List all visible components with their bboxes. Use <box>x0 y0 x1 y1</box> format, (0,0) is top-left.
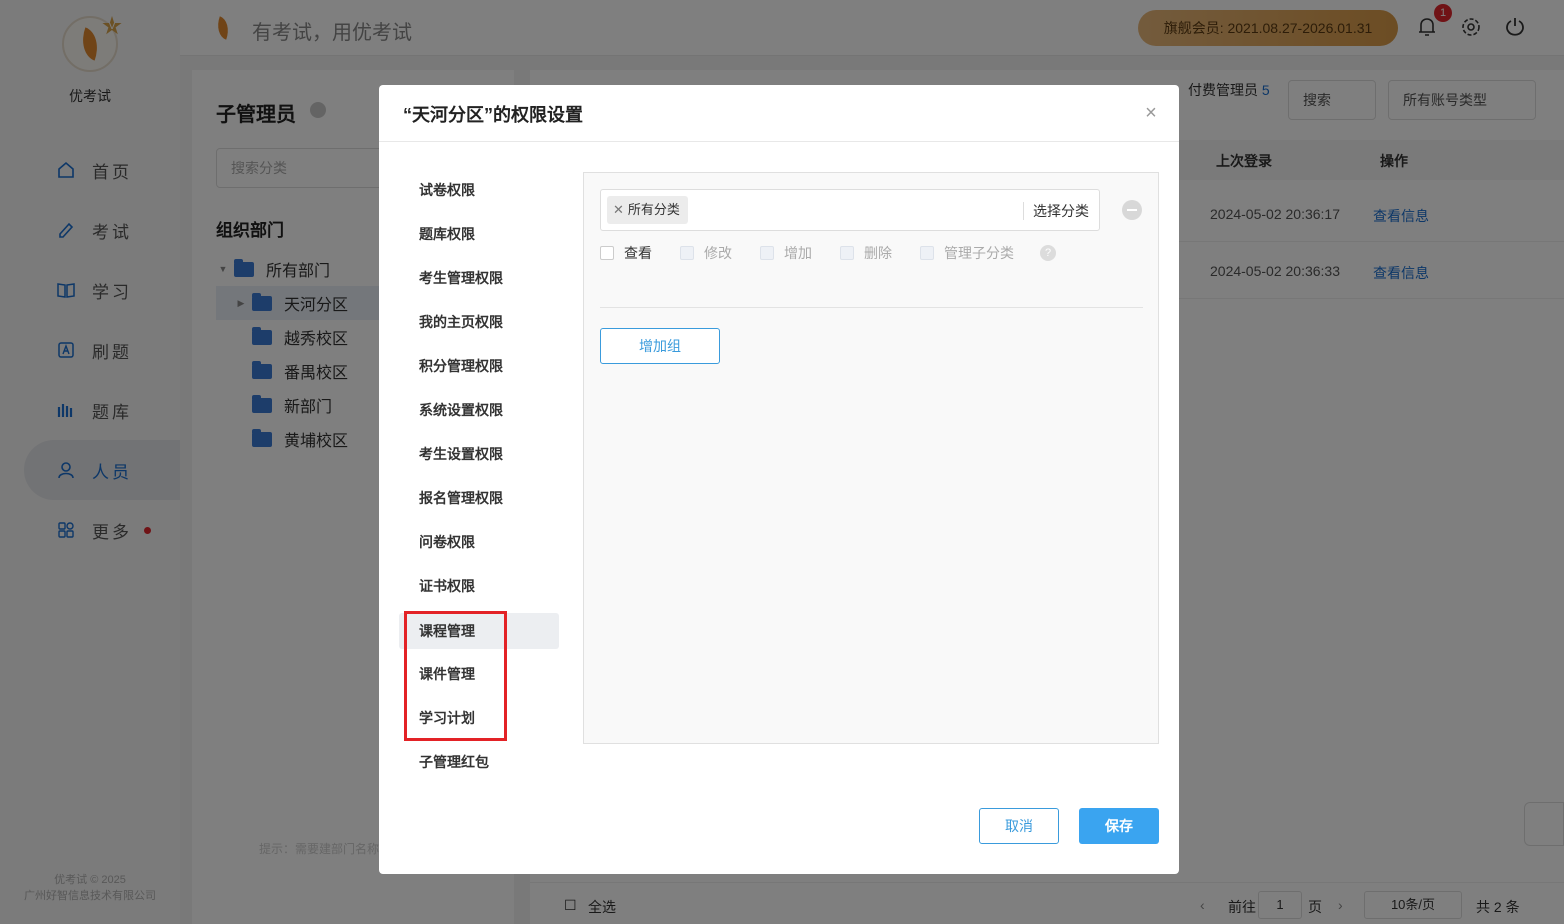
select-category-button[interactable]: 选择分类 <box>1033 201 1089 221</box>
dialog-divider <box>379 141 1179 142</box>
permission-dialog: “天河分区”的权限设置 × 试卷权限 题库权限 考生管理权限 我的主页权限 积分… <box>379 85 1179 874</box>
check-label: 修改 <box>704 245 732 261</box>
perm-menu-item[interactable]: 考生管理权限 <box>399 257 559 301</box>
help-icon[interactable]: ? <box>1040 245 1056 261</box>
perm-menu-item[interactable]: 积分管理权限 <box>399 345 559 389</box>
perm-menu-item[interactable]: 报名管理权限 <box>399 477 559 521</box>
add-group-button[interactable]: 增加组 <box>600 328 720 364</box>
category-field[interactable]: ✕ 所有分类 选择分类 <box>600 189 1100 231</box>
perm-menu-item[interactable]: 问卷权限 <box>399 521 559 565</box>
check-label: 增加 <box>784 245 812 261</box>
remove-tag-icon[interactable]: ✕ <box>613 202 624 217</box>
check-label: 管理子分类 <box>944 245 1014 261</box>
check-delete: 删除 <box>840 243 892 263</box>
check-label: 查看 <box>624 245 652 261</box>
check-add: 增加 <box>760 243 812 263</box>
perm-menu-item[interactable]: 题库权限 <box>399 213 559 257</box>
perm-menu-item[interactable]: 我的主页权限 <box>399 301 559 345</box>
perm-menu-item[interactable]: 证书权限 <box>399 565 559 609</box>
close-icon[interactable]: × <box>1141 103 1161 123</box>
perm-menu-item[interactable]: 考生设置权限 <box>399 433 559 477</box>
field-separator <box>1023 202 1024 220</box>
remove-group-icon[interactable] <box>1122 200 1142 220</box>
check-view[interactable]: 查看 <box>600 243 652 263</box>
dialog-title: “天河分区”的权限设置 <box>403 105 583 125</box>
perm-menu-item[interactable]: 试卷权限 <box>399 169 559 213</box>
perm-menu-item[interactable]: 系统设置权限 <box>399 389 559 433</box>
check-label: 删除 <box>864 245 892 261</box>
cancel-button[interactable]: 取消 <box>979 808 1059 844</box>
save-button[interactable]: 保存 <box>1079 808 1159 844</box>
perm-menu-item[interactable]: 子管理红包 <box>399 741 559 785</box>
checkbox-disabled <box>760 246 774 260</box>
check-edit: 修改 <box>680 243 732 263</box>
checkbox[interactable] <box>600 246 614 260</box>
checkbox-disabled <box>680 246 694 260</box>
category-tag: ✕ 所有分类 <box>607 196 688 224</box>
checkbox-disabled <box>840 246 854 260</box>
checkbox-disabled <box>920 246 934 260</box>
annotation-highlight-box <box>404 611 507 741</box>
check-manage-sub: 管理子分类 <box>920 243 1014 263</box>
category-tag-label: 所有分类 <box>627 202 680 217</box>
permission-checks: 查看 修改 增加 删除 管理子分类 ? <box>600 243 1056 263</box>
permission-content: ✕ 所有分类 选择分类 查看 修改 增加 删除 管理子分类 ? 增加组 <box>583 172 1159 744</box>
content-divider <box>600 307 1143 308</box>
